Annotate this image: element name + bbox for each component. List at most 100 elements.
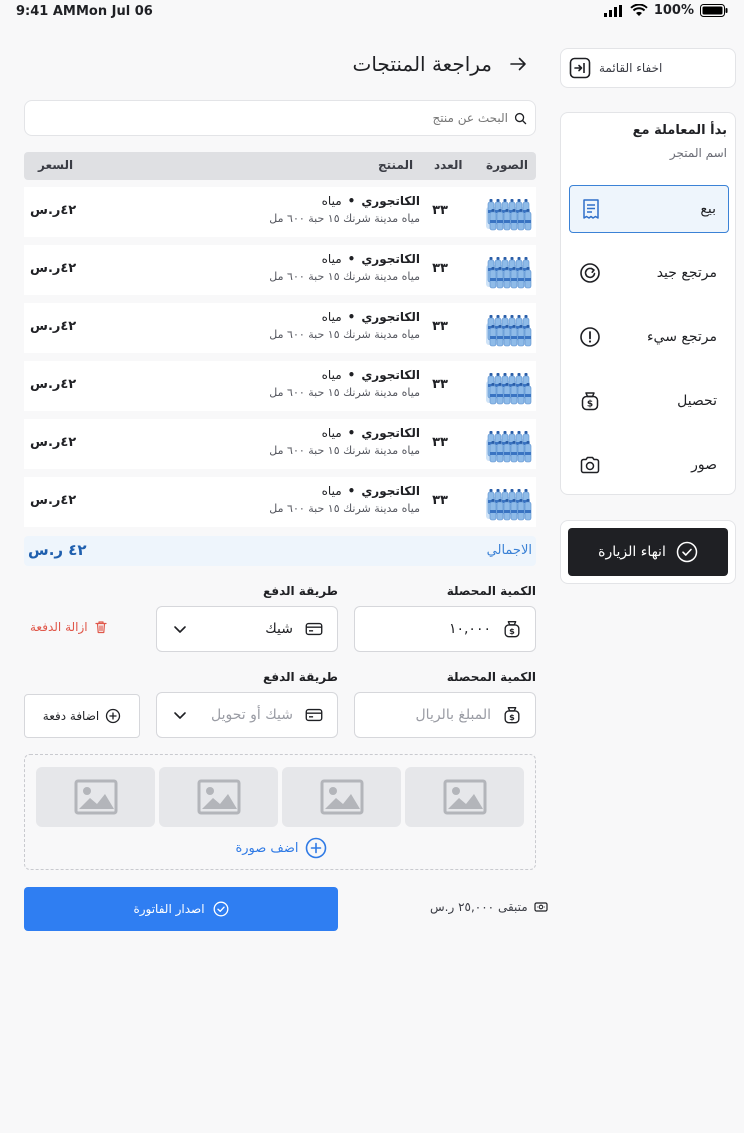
row-price: ٤٢ر.س [30, 319, 77, 334]
row-type: مياه [321, 484, 342, 498]
row-product-title: الكاتجوري • مياه [224, 426, 420, 440]
row-description: مياه مدينة شرنك ١٥ حبة ٦٠٠ مل [269, 502, 420, 515]
row-product-title: الكاتجوري • مياه [224, 252, 420, 266]
photo-placeholder[interactable] [159, 767, 278, 827]
add-payment-label: اضافة دفعة [42, 709, 100, 723]
row-product-title: الكاتجوري • مياه [224, 484, 420, 498]
total-row: الاجمالي ٤٢ ر.س [24, 536, 536, 566]
total-value: ٤٢ ر.س [28, 541, 87, 559]
product-thumbnail [484, 251, 532, 289]
plus-circle-icon [305, 837, 326, 859]
table-row[interactable]: ٣٣ الكاتجوري • مياه مياه مدينة شرنك ١٥ حبة ٦… [24, 187, 536, 237]
row-qty: ٣٣ [432, 377, 448, 392]
row-product: الكاتجوري • مياه مياه مدينة شرنك ١٥ حبة ٦٠٠… [224, 310, 420, 341]
alert-icon [579, 326, 601, 348]
status-right: 100% [603, 3, 728, 18]
image-icon [197, 779, 240, 815]
end-visit-container: انهاء الزيارة [560, 520, 736, 584]
row-qty: ٣٣ [432, 493, 448, 508]
amount-field-2[interactable]: $ المبلغ بالريال [354, 692, 536, 738]
sidebar-item-photos[interactable]: صور [569, 441, 729, 489]
refresh-icon [579, 262, 601, 284]
issue-invoice-label: اصدار الفاتورة [133, 902, 205, 916]
hide-list-button[interactable]: اخفاء القائمة [560, 48, 736, 88]
sidebar-item-collection[interactable]: $ تحصيل [569, 377, 729, 425]
sidebar-item-label: صور [691, 457, 717, 473]
water-pack-icon [486, 431, 532, 463]
column-price: السعر [38, 158, 74, 172]
add-photo-button[interactable]: اضف صورة [25, 837, 537, 859]
method-placeholder-2: شيك أو تحويل [211, 707, 293, 723]
row-price: ٤٢ر.س [30, 203, 77, 218]
amount-field-1[interactable]: $ ١٠,٠٠٠ [354, 606, 536, 652]
chevron-down-icon [169, 618, 191, 640]
method-select-1[interactable]: شيك [156, 606, 338, 652]
row-category: الكاتجوري [361, 484, 420, 498]
add-payment-button[interactable]: اضافة دفعة [24, 694, 140, 738]
check-circle-icon [213, 901, 228, 917]
column-product: المنتج [378, 158, 414, 172]
svg-text:$: $ [509, 626, 515, 636]
row-description: مياه مدينة شرنك ١٥ حبة ٦٠٠ مل [269, 270, 420, 283]
amount-value-1: ١٠,٠٠٠ [448, 621, 491, 637]
method-label-2: طريقة الدفع [263, 670, 338, 684]
row-separator: • [347, 426, 356, 440]
wifi-icon [630, 4, 648, 16]
status-date: Mon Jul 06 [76, 4, 153, 19]
photo-placeholder[interactable] [282, 767, 401, 827]
table-row[interactable]: ٣٣ الكاتجوري • مياه مياه مدينة شرنك ١٥ حبة ٦… [24, 361, 536, 411]
image-icon [443, 779, 486, 815]
image-icon [320, 779, 363, 815]
product-thumbnail [484, 425, 532, 463]
card-icon [303, 618, 325, 640]
money-bag-icon: $ [501, 704, 523, 726]
plus-circle-icon [106, 708, 121, 724]
remove-payment-button[interactable]: ازالة الدفعة [30, 620, 108, 634]
table-row[interactable]: ٣٣ الكاتجوري • مياه مياه مدينة شرنك ١٥ حبة ٦… [24, 419, 536, 469]
camera-icon [579, 454, 601, 476]
amount-placeholder-2: المبلغ بالريال [415, 707, 492, 723]
sidebar-item-label: مرتجع جيد [656, 265, 717, 281]
status-bar: 9:41 AM Mon Jul 06 100% [0, 0, 744, 24]
sidebar-item-sell[interactable]: بيع [569, 185, 729, 233]
hide-list-label: اخفاء القائمة [599, 61, 663, 75]
table-row[interactable]: ٣٣ الكاتجوري • مياه مياه مدينة شرنك ١٥ حبة ٦… [24, 477, 536, 527]
row-description: مياه مدينة شرنك ١٥ حبة ٦٠٠ مل [269, 444, 420, 457]
photo-placeholder[interactable] [36, 767, 155, 827]
issue-invoice-button[interactable]: اصدار الفاتورة [24, 887, 338, 931]
trash-icon [95, 621, 107, 634]
water-pack-icon [486, 315, 532, 347]
search-input[interactable] [33, 111, 508, 125]
row-description: مياه مدينة شرنك ١٥ حبة ٦٠٠ مل [269, 212, 420, 225]
method-select-2[interactable]: شيك أو تحويل [156, 692, 338, 738]
row-separator: • [347, 368, 356, 382]
end-visit-button[interactable]: انهاء الزيارة [568, 528, 728, 576]
sidebar-item-good-return[interactable]: مرتجع جيد [569, 249, 729, 297]
card-icon [303, 704, 325, 726]
sidebar-item-bad-return[interactable]: مرتجع سيء [569, 313, 729, 361]
product-thumbnail [484, 367, 532, 405]
image-icon [74, 779, 117, 815]
row-description: مياه مدينة شرنك ١٥ حبة ٦٠٠ مل [269, 386, 420, 399]
table-row[interactable]: ٣٣ الكاتجوري • مياه مياه مدينة شرنك ١٥ حبة ٦… [24, 303, 536, 353]
back-arrow-icon[interactable] [508, 54, 528, 78]
row-price: ٤٢ر.س [30, 435, 77, 450]
row-product: الكاتجوري • مياه مياه مدينة شرنك ١٥ حبة ٦٠٠… [224, 426, 420, 457]
row-category: الكاتجوري [361, 310, 420, 324]
photo-placeholder[interactable] [405, 767, 524, 827]
row-product-title: الكاتجوري • مياه [224, 194, 420, 208]
column-image: الصورة [486, 158, 528, 172]
row-type: مياه [321, 252, 342, 266]
search-bar[interactable] [24, 100, 536, 136]
amount-label-2: الكمية المحصلة [446, 670, 536, 684]
row-qty: ٣٣ [432, 435, 448, 450]
money-bag-icon: $ [579, 390, 601, 412]
battery-percent: 100% [653, 3, 694, 18]
table-row[interactable]: ٣٣ الكاتجوري • مياه مياه مدينة شرنك ١٥ حبة ٦… [24, 245, 536, 295]
row-category: الكاتجوري [361, 426, 420, 440]
row-type: مياه [321, 368, 342, 382]
chevron-down-icon [169, 704, 191, 726]
row-type: مياه [321, 426, 342, 440]
row-product: الكاتجوري • مياه مياه مدينة شرنك ١٥ حبة ٦٠٠… [224, 252, 420, 283]
search-icon [514, 112, 527, 124]
